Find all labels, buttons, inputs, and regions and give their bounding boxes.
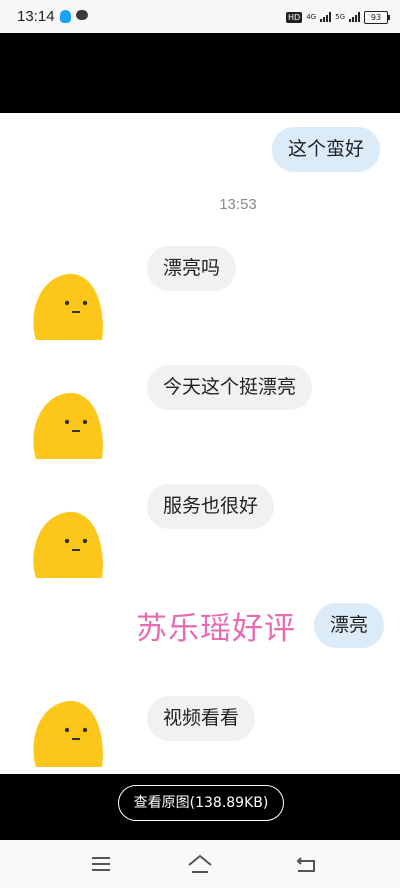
watermark-text: 苏乐瑶好评 xyxy=(136,611,296,647)
message-timestamp: 13:53 xyxy=(219,196,257,213)
avatar xyxy=(33,511,103,578)
image-viewer-top-bar xyxy=(0,33,400,113)
qq-penguin-icon xyxy=(60,10,71,23)
view-original-button[interactable]: 查看原图(138.89KB) xyxy=(118,785,284,821)
message-bubble-left: 服务也很好 xyxy=(147,484,275,529)
hd-voice-icon: HD xyxy=(286,11,303,23)
message-bubble-left: 今天这个挺漂亮 xyxy=(147,365,313,410)
status-bar: 13:14 HD 4G 5G 93 xyxy=(0,0,400,33)
network-label-4g: 4G xyxy=(306,13,317,21)
signal-icon xyxy=(320,12,332,22)
message-bubble-left: 视频看看 xyxy=(147,696,256,741)
message-bubble-right: 这个蛮好 xyxy=(272,127,381,172)
status-indicators: HD 4G 5G 93 xyxy=(286,7,390,27)
signal-icon-2 xyxy=(349,12,360,22)
status-time: 13:14 xyxy=(17,8,55,25)
back-icon[interactable] xyxy=(292,853,320,875)
avatar xyxy=(33,273,103,340)
network-label-5g: 5G xyxy=(335,13,345,21)
menu-icon[interactable] xyxy=(88,853,116,875)
home-icon[interactable] xyxy=(186,853,214,875)
message-bubble-left: 漂亮吗 xyxy=(147,246,237,291)
message-bubble-right: 漂亮 xyxy=(314,603,385,648)
avatar xyxy=(33,700,103,767)
avatar xyxy=(33,392,103,459)
message-icon xyxy=(76,10,88,20)
battery-icon: 93 xyxy=(364,10,390,24)
